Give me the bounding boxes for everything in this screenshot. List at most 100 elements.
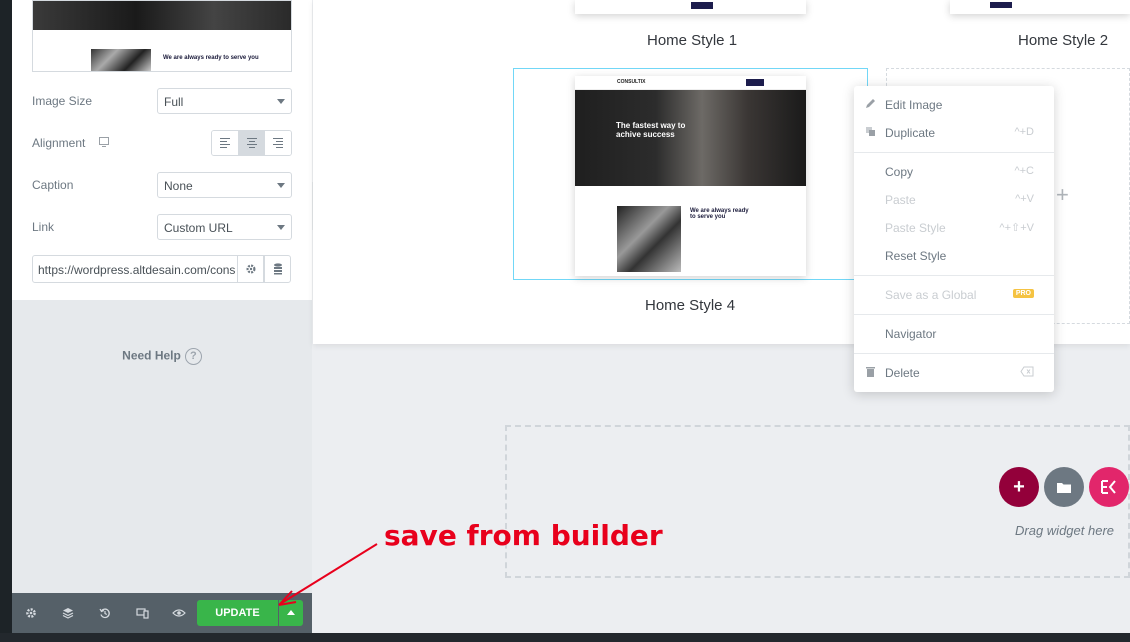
align-left-icon	[219, 138, 230, 148]
link-value: Custom URL	[164, 221, 233, 235]
ctx-delete[interactable]: Delete	[854, 358, 1054, 386]
annotation-text: save from builder	[384, 519, 663, 552]
ctx-label: Navigator	[885, 327, 937, 341]
chevron-down-icon	[277, 99, 285, 104]
widget-drop-zone[interactable]	[505, 425, 1130, 578]
thumb-collage	[617, 206, 681, 272]
ctx-shortcut: ^+⇧+V	[999, 222, 1034, 234]
layers-icon[interactable]	[61, 606, 75, 620]
add-section-button[interactable]: +	[999, 467, 1039, 507]
plus-icon: +	[1013, 475, 1025, 498]
align-center-button[interactable]	[238, 131, 266, 155]
pro-badge: PRO	[1012, 289, 1034, 298]
thumb-dark-image	[33, 1, 291, 30]
thumb-hero: The fastest way to achive success	[575, 90, 806, 186]
align-right-icon	[273, 138, 284, 148]
ctx-navigator[interactable]: Navigator	[854, 319, 1054, 347]
ctx-label: Duplicate	[885, 126, 936, 140]
panel-lower-area: Need Help?	[12, 300, 312, 593]
add-template-button[interactable]	[1044, 467, 1084, 507]
preview-eye-icon[interactable]	[172, 606, 186, 620]
ctx-edit-image[interactable]: Edit Image	[854, 90, 1054, 118]
ctx-paste: Paste ^+V	[854, 185, 1054, 213]
copy-icon	[866, 127, 875, 136]
caption-select[interactable]: None	[157, 172, 292, 198]
ctx-divider	[854, 314, 1054, 315]
context-menu: Edit Image Duplicate ^+D Copy ^+C Paste …	[854, 86, 1054, 392]
add-element-plus-icon[interactable]: +	[1056, 182, 1069, 208]
link-select[interactable]: Custom URL	[157, 214, 292, 240]
image-size-label: Image Size	[32, 94, 93, 108]
caption-value: None	[164, 179, 193, 193]
chevron-down-icon	[277, 183, 285, 188]
ctx-shortcut: ^+V	[1015, 193, 1034, 205]
ctx-label: Delete	[885, 366, 920, 380]
ctx-label: Paste Style	[885, 221, 946, 235]
dynamic-tags-button[interactable]	[264, 255, 291, 283]
question-icon: ?	[184, 348, 202, 365]
need-help-link[interactable]: Need Help?	[12, 348, 312, 365]
ctx-duplicate[interactable]: Duplicate ^+D	[854, 118, 1054, 146]
ctx-save-as-global: Save as a Global PRO	[854, 280, 1054, 308]
chevron-down-icon	[277, 225, 285, 230]
template-label-style2: Home Style 2	[1018, 32, 1109, 49]
folder-icon	[1057, 482, 1071, 493]
ctx-divider	[854, 152, 1054, 153]
settings-icon[interactable]	[24, 606, 38, 620]
thumb-hero-title: The fastest way to achive success	[616, 121, 686, 139]
backspace-key-icon	[1020, 366, 1034, 377]
image-size-control: Image Size Full	[32, 88, 292, 114]
align-center-icon	[246, 138, 257, 148]
panel-controls: We are always ready to serve you Image S…	[12, 0, 312, 300]
caption-control: Caption None	[32, 172, 292, 198]
pencil-icon	[866, 99, 875, 108]
elementskit-button[interactable]	[1089, 467, 1129, 507]
link-control: Link Custom URL	[32, 214, 292, 240]
template-thumb-style1[interactable]	[575, 0, 806, 14]
ctx-label: Paste	[885, 193, 916, 207]
template-label-style4: Home Style 4	[645, 297, 736, 314]
thumb-collage	[91, 49, 151, 71]
ctx-label: Reset Style	[885, 249, 947, 263]
desktop-icon[interactable]	[99, 137, 109, 147]
update-button[interactable]: UPDATE	[197, 600, 278, 626]
database-icon	[273, 263, 282, 275]
thumb-headline: We are always ready to serve you	[163, 55, 259, 61]
ctx-copy[interactable]: Copy ^+C	[854, 157, 1054, 185]
trash-icon	[866, 367, 875, 377]
alignment-control: Alignment	[32, 130, 292, 156]
thumb-cta	[691, 2, 713, 9]
ctx-label: Copy	[885, 165, 914, 179]
elementskit-icon	[1101, 480, 1116, 494]
thumb-cta	[746, 79, 764, 86]
align-left-button[interactable]	[212, 131, 239, 155]
caption-label: Caption	[32, 178, 74, 192]
image-preview-thumbnail[interactable]: We are always ready to serve you	[32, 0, 292, 72]
ctx-label: Save as a Global	[885, 288, 977, 302]
thumb-logo: CONSULTIX	[617, 79, 646, 85]
responsive-icon[interactable]	[135, 606, 149, 620]
ctx-shortcut: ^+C	[1014, 165, 1034, 177]
template-label-style1: Home Style 1	[647, 32, 738, 49]
gear-icon	[245, 264, 256, 274]
ctx-reset-style[interactable]: Reset Style	[854, 241, 1054, 269]
ctx-divider	[854, 353, 1054, 354]
image-size-select[interactable]: Full	[157, 88, 292, 114]
link-options-button[interactable]	[237, 255, 264, 283]
ctx-divider	[854, 275, 1054, 276]
thumb-cta	[990, 2, 1012, 8]
save-options-button[interactable]	[279, 600, 303, 626]
link-label: Link	[32, 220, 55, 234]
template-thumb-style4[interactable]: CONSULTIX The fastest way to achive succ…	[575, 76, 806, 276]
ctx-paste-style: Paste Style ^+⇧+V	[854, 213, 1054, 241]
need-help-label: Need Help	[122, 348, 181, 363]
thumb-subheading: We are always ready to serve you	[690, 208, 749, 220]
thumb-nav: CONSULTIX	[575, 76, 806, 90]
history-icon[interactable]	[98, 606, 112, 620]
url-input[interactable]: https://wordpress.altdesain.com/cons	[32, 255, 238, 283]
drag-widget-hint: Drag widget here	[1015, 523, 1114, 538]
template-thumb-style2[interactable]	[950, 0, 1130, 14]
panel-footer: UPDATE	[12, 593, 312, 633]
align-right-button[interactable]	[265, 131, 291, 155]
alignment-buttons	[211, 130, 292, 156]
